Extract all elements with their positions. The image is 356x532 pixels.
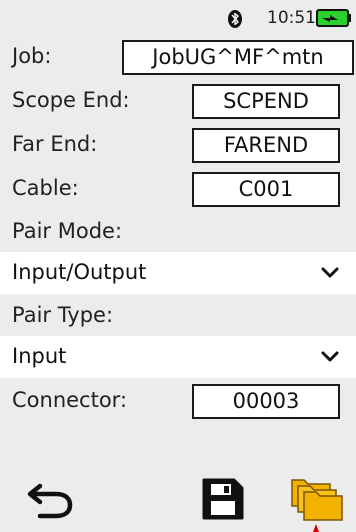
far-end-row: Far End: FAREND — [0, 122, 356, 166]
pair-type-select[interactable]: Input — [0, 336, 356, 378]
pair-type-label: Pair Type: — [12, 303, 114, 327]
chevron-down-icon — [321, 351, 339, 362]
pair-type-value: Input — [12, 344, 67, 368]
bluetooth-icon — [228, 10, 242, 28]
connector-row: Connector: 00003 — [0, 378, 356, 424]
cable-row: Cable: C001 — [0, 166, 356, 210]
back-arrow-icon[interactable] — [26, 476, 76, 520]
pair-mode-label: Pair Mode: — [12, 219, 123, 243]
pair-mode-select[interactable]: Input/Output — [0, 252, 356, 294]
connector-field[interactable]: 00003 — [192, 384, 340, 419]
scope-end-field[interactable]: SCPEND — [192, 84, 340, 119]
pair-mode-row: Pair Mode: — [0, 210, 356, 252]
far-end-field[interactable]: FAREND — [192, 128, 340, 163]
pair-type-row: Pair Type: — [0, 294, 356, 336]
device-screen: 10:51 Job: JobUG^MF^mtn Scope End: SCPEN… — [0, 0, 356, 532]
far-end-label: Far End: — [12, 132, 98, 156]
bottom-toolbar — [0, 466, 356, 532]
job-field[interactable]: JobUG^MF^mtn — [122, 40, 354, 75]
chevron-down-icon — [321, 267, 339, 278]
connector-label: Connector: — [12, 388, 128, 412]
floppy-disk-icon[interactable] — [200, 476, 246, 522]
folder-stack-icon[interactable] — [290, 476, 344, 522]
scope-end-row: Scope End: SCPEND — [0, 78, 356, 122]
clock-time: 10:51 — [267, 8, 316, 28]
job-label: Job: — [12, 44, 52, 68]
scope-end-label: Scope End: — [12, 88, 130, 112]
status-bar: 10:51 — [0, 0, 356, 34]
cable-field[interactable]: C001 — [192, 172, 340, 207]
job-row: Job: JobUG^MF^mtn — [0, 34, 356, 78]
cable-label: Cable: — [12, 176, 79, 200]
pair-mode-value: Input/Output — [12, 260, 147, 284]
battery-charging-icon — [316, 9, 351, 27]
cursor-indicator-icon — [313, 524, 319, 532]
